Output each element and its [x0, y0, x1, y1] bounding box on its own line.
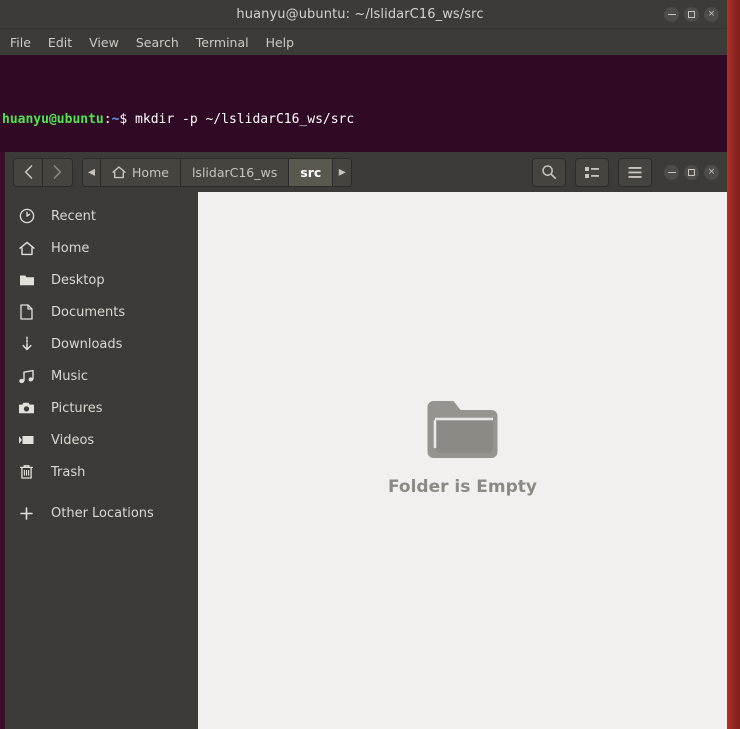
terminal-window-controls: × [664, 6, 727, 22]
menu-help[interactable]: Help [266, 35, 295, 50]
file-manager-window-controls: × [664, 164, 719, 180]
trash-icon [18, 464, 35, 481]
sidebar-item-music[interactable]: Music [5, 360, 198, 392]
background-window-edge[interactable] [726, 0, 740, 729]
sidebar-item-label: Home [51, 240, 90, 256]
large-folder-icon [427, 401, 498, 458]
terminal-prompt-user: huanyu@ubuntu [2, 111, 104, 127]
terminal-close-button[interactable]: × [704, 6, 719, 22]
menu-search[interactable]: Search [136, 35, 179, 50]
clock-icon [18, 208, 35, 225]
sidebar-item-label: Videos [51, 432, 95, 448]
back-button[interactable] [14, 158, 43, 186]
camera-icon [18, 400, 35, 417]
chevron-left-icon [24, 165, 32, 179]
file-manager-headerbar[interactable]: ◂ Home lslidarC16_ws src ▸ × [5, 152, 727, 192]
empty-folder-message: Folder is Empty [388, 477, 537, 497]
empty-folder-state: Folder is Empty [388, 397, 537, 497]
terminal-prompt-sigil: $ [119, 111, 128, 127]
breadcrumb: ◂ Home lslidarC16_ws src ▸ [82, 157, 353, 187]
sidebar[interactable]: Recent Home Desktop Documents Downloads … [5, 192, 198, 729]
breadcrumb-label: Home [132, 164, 169, 180]
breadcrumb-item-home[interactable]: Home [101, 158, 181, 186]
hamburger-menu-icon [628, 166, 642, 178]
download-icon [18, 336, 35, 353]
sidebar-item-label: Pictures [51, 400, 103, 416]
menu-view[interactable]: View [89, 35, 119, 50]
view-options-icon [585, 166, 599, 178]
files-maximize-button[interactable] [684, 164, 699, 180]
sidebar-item-label: Music [51, 368, 88, 384]
sidebar-item-desktop[interactable]: Desktop [5, 264, 198, 296]
forward-button[interactable] [43, 158, 72, 186]
search-button[interactable] [532, 157, 566, 187]
sidebar-item-label: Downloads [51, 336, 123, 352]
menu-file[interactable]: File [10, 35, 31, 50]
home-icon [112, 165, 126, 178]
chevron-right-icon [53, 165, 62, 179]
sidebar-item-downloads[interactable]: Downloads [5, 328, 198, 360]
files-minimize-button[interactable] [664, 164, 679, 180]
terminal-prompt-path: ~ [111, 111, 120, 127]
sidebar-item-documents[interactable]: Documents [5, 296, 198, 328]
breadcrumb-scroll-left-button[interactable]: ◂ [83, 158, 102, 186]
sidebar-item-label: Other Locations [51, 505, 154, 521]
breadcrumb-label: lslidarC16_ws [191, 164, 278, 180]
terminal-titlebar[interactable]: huanyu@ubuntu: ~/lslidarC16_ws/src × [0, 0, 727, 29]
terminal-maximize-button[interactable] [684, 6, 699, 22]
terminal-title: huanyu@ubuntu: ~/lslidarC16_ws/src [236, 6, 484, 22]
sidebar-item-pictures[interactable]: Pictures [5, 392, 198, 424]
terminal-menubar[interactable]: File Edit View Search Terminal Help [0, 29, 727, 55]
main-menu-button[interactable] [618, 157, 652, 187]
files-close-button[interactable]: × [704, 164, 719, 180]
menu-terminal[interactable]: Terminal [196, 35, 249, 50]
sidebar-item-label: Trash [51, 464, 86, 480]
navigation-buttons [13, 157, 73, 187]
terminal-output[interactable]: huanyu@ubuntu: ~ $ mkdir -p ~/lslidarC16_w… [0, 55, 727, 152]
search-icon [542, 165, 557, 180]
terminal-prompt-colon: : [103, 111, 112, 127]
terminal-window[interactable]: huanyu@ubuntu: ~/lslidarC16_ws/src × Fil… [0, 0, 727, 152]
terminal-line: huanyu@ubuntu: ~ $ mkdir -p ~/lslidarC16_w… [2, 111, 727, 129]
sidebar-item-label: Documents [51, 304, 126, 320]
terminal-command: mkdir -p ~/lslidarC16_ws/src [127, 111, 355, 127]
sidebar-item-trash[interactable]: Trash [5, 456, 198, 488]
terminal-minimize-button[interactable] [664, 6, 679, 22]
sidebar-item-recent[interactable]: Recent [5, 200, 198, 232]
folder-icon [18, 272, 35, 289]
file-manager-window[interactable]: ◂ Home lslidarC16_ws src ▸ × Recent Home… [5, 152, 727, 729]
breadcrumb-item-lslidarc16-ws[interactable]: lslidarC16_ws [180, 158, 290, 186]
sidebar-item-home[interactable]: Home [5, 232, 198, 264]
video-icon [18, 432, 35, 449]
view-options-button[interactable] [575, 157, 609, 187]
sidebar-separator [5, 488, 198, 497]
sidebar-item-label: Recent [51, 208, 96, 224]
music-note-icon [18, 368, 35, 385]
home-icon [18, 240, 35, 257]
breadcrumb-label: src [300, 164, 322, 180]
sidebar-item-label: Desktop [51, 272, 105, 288]
sidebar-item-other-locations[interactable]: Other Locations [5, 497, 198, 529]
document-icon [18, 304, 35, 321]
file-list-view[interactable]: Folder is Empty [198, 192, 727, 729]
menu-edit[interactable]: Edit [48, 35, 72, 50]
sidebar-item-videos[interactable]: Videos [5, 424, 198, 456]
breadcrumb-item-src[interactable]: src [289, 158, 334, 186]
breadcrumb-scroll-right-button[interactable]: ▸ [333, 158, 352, 186]
plus-icon [18, 505, 35, 522]
file-manager-body: Recent Home Desktop Documents Downloads … [5, 192, 727, 729]
